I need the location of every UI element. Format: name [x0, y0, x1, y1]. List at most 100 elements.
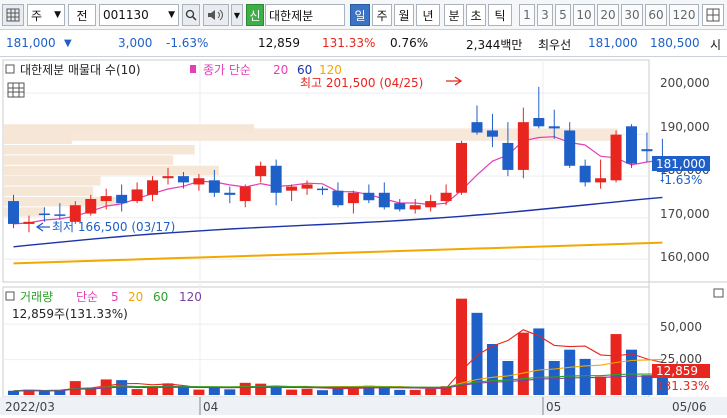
interval-5-button[interactable]: 5: [555, 4, 571, 26]
volume-bar: [208, 387, 220, 395]
best-quote-label: 최우선: [538, 38, 572, 52]
price-change: 3,000: [118, 36, 153, 50]
candle-body: [456, 142, 468, 193]
candle-body: [332, 190, 344, 206]
code-prefix-button[interactable]: 전: [68, 4, 96, 26]
volume-bar: [162, 383, 174, 395]
tab-month[interactable]: 월: [394, 4, 414, 26]
volume-bar: [38, 391, 50, 395]
candle-body: [595, 178, 607, 183]
credit-badge[interactable]: 신: [246, 4, 264, 26]
chevron-down-icon[interactable]: ▼: [231, 4, 243, 26]
volume-bar: [193, 389, 205, 395]
x-axis-bar: [0, 397, 727, 415]
toolbar: 주 ▼ 전 001130 ▼ ▼ 신 대한제분 일 주 월 년 분 초 틱 1 …: [0, 0, 727, 30]
volume-bar: [626, 349, 637, 395]
interval-10-button[interactable]: 10: [573, 4, 595, 26]
volume-bar: [286, 389, 298, 395]
volume-bar: [517, 332, 529, 395]
volume-profile-bar: [4, 165, 220, 176]
candle-body: [85, 199, 97, 214]
candle-body: [610, 134, 622, 181]
y-tick: 200,000: [660, 76, 710, 90]
y-tick: 160,000: [660, 250, 710, 264]
price-change-pct: -1.63%: [166, 36, 209, 50]
search-icon[interactable]: [182, 4, 200, 26]
candle-body: [224, 192, 236, 195]
tab-minute[interactable]: 분: [444, 4, 464, 26]
candle-body: [162, 176, 174, 179]
chart-area[interactable]: 대한제분 매물대 수(10) 종가 단순 20 60 120 최고 201,50…: [0, 57, 727, 415]
volume-bar: [409, 389, 421, 395]
volume-bar: [564, 349, 576, 395]
chevron-down-icon: ▼: [54, 10, 61, 20]
bid-price: 180,500: [650, 36, 700, 50]
current-volume-tag-text: 12,859: [656, 364, 698, 378]
vol-y-tick: 50,000: [660, 320, 702, 334]
stock-name-field[interactable]: 대한제분: [265, 4, 345, 26]
market-select-value: 주: [31, 8, 43, 23]
current-price-tag-text: 181,000: [656, 157, 706, 171]
vol-ma120-label: 120: [179, 290, 202, 304]
volume-bar: [177, 387, 189, 395]
volume-value: 12,859: [258, 36, 300, 50]
sound-icon[interactable]: [203, 4, 229, 26]
interval-3-button[interactable]: 3: [537, 4, 553, 26]
interval-1-button[interactable]: 1: [519, 4, 535, 26]
tab-tick[interactable]: 틱: [488, 4, 512, 26]
panel-close-icon[interactable]: [713, 288, 724, 298]
interval-60-button[interactable]: 60: [645, 4, 667, 26]
arrow-down-icon: ▼: [64, 38, 72, 49]
candle-body: [548, 126, 560, 129]
volume-bar: [641, 375, 653, 395]
volume-profile-bar: [4, 155, 174, 165]
tab-year[interactable]: 년: [416, 4, 440, 26]
y-tick: 170,000: [660, 207, 710, 221]
interval-120-button[interactable]: 120: [669, 4, 699, 26]
stock-code-value: 001130: [103, 8, 149, 22]
candle-body: [394, 203, 406, 210]
x-tick: 04: [203, 400, 218, 414]
candle-body: [626, 126, 637, 164]
high-price-label: 최고 201,500 (04/25): [300, 76, 423, 90]
volume-legend-name: 거래량: [20, 290, 53, 304]
candle-body: [471, 122, 483, 133]
tab-day[interactable]: 일: [350, 4, 370, 26]
candle-body: [38, 213, 50, 216]
table-icon[interactable]: [7, 82, 25, 98]
stock-chart[interactable]: 대한제분 매물대 수(10) 종가 단순 20 60 120 최고 201,50…: [0, 57, 727, 415]
menu-grid-icon[interactable]: [2, 4, 24, 26]
vol-ma60-label: 60: [153, 290, 168, 304]
stock-code-input[interactable]: 001130 ▼: [99, 4, 179, 26]
candle-body: [440, 192, 452, 202]
vol-ma5-label: 5: [111, 290, 119, 304]
settings-grid-icon[interactable]: [702, 4, 724, 26]
candle-body: [347, 192, 359, 204]
candle-body: [8, 201, 19, 224]
volume-bar: [131, 389, 143, 395]
ma20-label: 20: [273, 63, 288, 77]
candle-body: [363, 192, 375, 201]
candle-body: [147, 180, 159, 195]
volume-profile-bar: [4, 176, 101, 186]
volume-bar: [270, 387, 282, 395]
ma120-label: 120: [319, 63, 342, 77]
quote-bar: 181,000 ▼ 3,000 -1.63% 12,859 131.33% 0.…: [0, 31, 727, 57]
x-tick: 2022/03: [5, 400, 55, 414]
tab-week[interactable]: 주: [372, 4, 392, 26]
candle-body: [317, 188, 328, 191]
candle-body: [564, 130, 576, 166]
trade-amount: 2,344백만: [466, 38, 523, 52]
tab-second[interactable]: 초: [466, 4, 486, 26]
interval-20-button[interactable]: 20: [597, 4, 619, 26]
volume-bar: [425, 388, 437, 395]
market-select[interactable]: 주 ▼: [27, 4, 65, 26]
volume-bar: [317, 390, 328, 395]
chevron-down-icon: ▼: [168, 10, 175, 20]
volume-legend-simple: 단순: [76, 290, 98, 304]
candle-body: [208, 180, 220, 193]
interval-30-button[interactable]: 30: [621, 4, 643, 26]
current-pct-text: -1.63%: [660, 173, 702, 187]
ask-price: 181,000: [588, 36, 638, 50]
volume-bar: [486, 344, 498, 395]
